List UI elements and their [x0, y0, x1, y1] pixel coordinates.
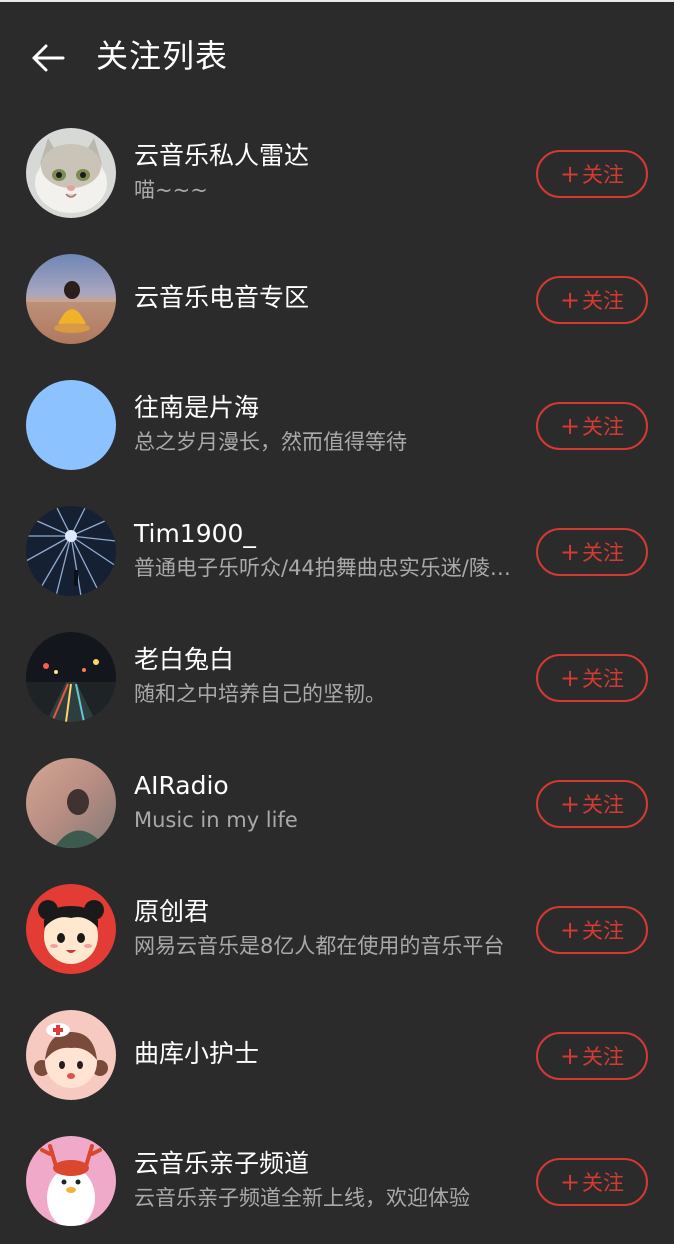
- user-name: 云音乐电音专区: [134, 283, 310, 312]
- user-name: 云音乐亲子频道: [134, 1149, 310, 1178]
- list-item[interactable]: 原创君 网易云音乐是8亿人都在使用的音乐平台 + 关注: [0, 866, 674, 992]
- deer-cartoon-avatar[interactable]: [26, 1136, 116, 1226]
- nurse-cartoon-avatar[interactable]: [26, 1010, 116, 1100]
- list-item[interactable]: 云音乐私人雷达 喵~~~ + 关注: [0, 110, 674, 236]
- plus-icon: +: [559, 664, 581, 692]
- plus-icon: +: [559, 1042, 581, 1070]
- user-name: 往南是片海: [134, 393, 260, 422]
- list-item[interactable]: Tim1900_ 普通电子乐听众/44拍舞曲忠实乐迷/陵水人 + 关注: [0, 488, 674, 614]
- plus-icon: +: [559, 538, 581, 566]
- follow-list: 云音乐私人雷达 喵~~~ + 关注 云音乐电音专区 + 关注 往南是片海 总之岁…: [0, 110, 674, 1244]
- user-name: 云音乐私人雷达: [134, 141, 310, 170]
- girl-by-lake-avatar[interactable]: [26, 254, 116, 344]
- user-desc: 普通电子乐听众/44拍舞曲忠实乐迷/陵水人: [134, 556, 518, 580]
- light-tunnel-avatar[interactable]: [26, 506, 116, 596]
- user-name: 曲库小护士: [134, 1039, 260, 1068]
- follow-label: 关注: [582, 667, 625, 691]
- page-title: 关注列表: [96, 37, 229, 75]
- user-desc: 随和之中培养自己的坚韧。: [134, 682, 386, 706]
- list-item[interactable]: 曲库小护士 + 关注: [0, 992, 674, 1118]
- follow-label: 关注: [582, 1045, 625, 1069]
- follow-label: 关注: [582, 163, 625, 187]
- user-desc: 云音乐亲子频道全新上线，欢迎体验: [134, 1186, 470, 1210]
- follow-label: 关注: [582, 919, 625, 943]
- follow-button[interactable]: + 关注: [536, 654, 648, 702]
- user-name: 原创君: [134, 897, 210, 926]
- plus-icon: +: [559, 916, 581, 944]
- arrow-left-icon: [32, 44, 65, 72]
- plus-icon: +: [559, 1168, 581, 1196]
- list-item[interactable]: AIRadio Music in my life + 关注: [0, 740, 674, 866]
- list-item[interactable]: 老白兔白 随和之中培养自己的坚韧。 + 关注: [0, 614, 674, 740]
- user-desc: 网易云音乐是8亿人都在使用的音乐平台: [134, 934, 505, 958]
- follow-label: 关注: [582, 541, 625, 565]
- follow-label: 关注: [582, 289, 625, 313]
- follow-button[interactable]: + 关注: [536, 276, 648, 324]
- follow-button[interactable]: + 关注: [536, 528, 648, 576]
- header: 关注列表: [0, 2, 674, 108]
- user-name: 老白兔白: [134, 645, 235, 674]
- follow-button[interactable]: + 关注: [536, 1032, 648, 1080]
- list-item[interactable]: 云音乐电音专区 + 关注: [0, 236, 674, 362]
- list-item[interactable]: 往南是片海 总之岁月漫长，然而值得等待 + 关注: [0, 362, 674, 488]
- follow-button[interactable]: + 关注: [536, 1158, 648, 1206]
- follow-button[interactable]: + 关注: [536, 402, 648, 450]
- follow-label: 关注: [582, 793, 625, 817]
- user-desc: 喵~~~: [134, 178, 208, 202]
- back-button[interactable]: [28, 38, 68, 78]
- plus-icon: +: [559, 790, 581, 818]
- night-street-avatar[interactable]: [26, 632, 116, 722]
- follow-label: 关注: [582, 415, 625, 439]
- user-desc: 总之岁月漫长，然而值得等待: [134, 430, 407, 454]
- plus-icon: +: [559, 412, 581, 440]
- user-name: AIRadio: [134, 771, 229, 800]
- follow-label: 关注: [582, 1171, 625, 1195]
- cartoon-girl-avatar[interactable]: [26, 884, 116, 974]
- plus-icon: +: [559, 286, 581, 314]
- follow-button[interactable]: + 关注: [536, 906, 648, 954]
- blue-circle-avatar[interactable]: [26, 380, 116, 470]
- user-name: Tim1900_: [134, 519, 256, 548]
- person-sunset-avatar[interactable]: [26, 758, 116, 848]
- follow-button[interactable]: + 关注: [536, 780, 648, 828]
- list-item[interactable]: 云音乐亲子频道 云音乐亲子频道全新上线，欢迎体验 + 关注: [0, 1118, 674, 1244]
- cat-avatar[interactable]: [26, 128, 116, 218]
- user-desc: Music in my life: [134, 808, 298, 832]
- plus-icon: +: [559, 160, 581, 188]
- follow-button[interactable]: + 关注: [536, 150, 648, 198]
